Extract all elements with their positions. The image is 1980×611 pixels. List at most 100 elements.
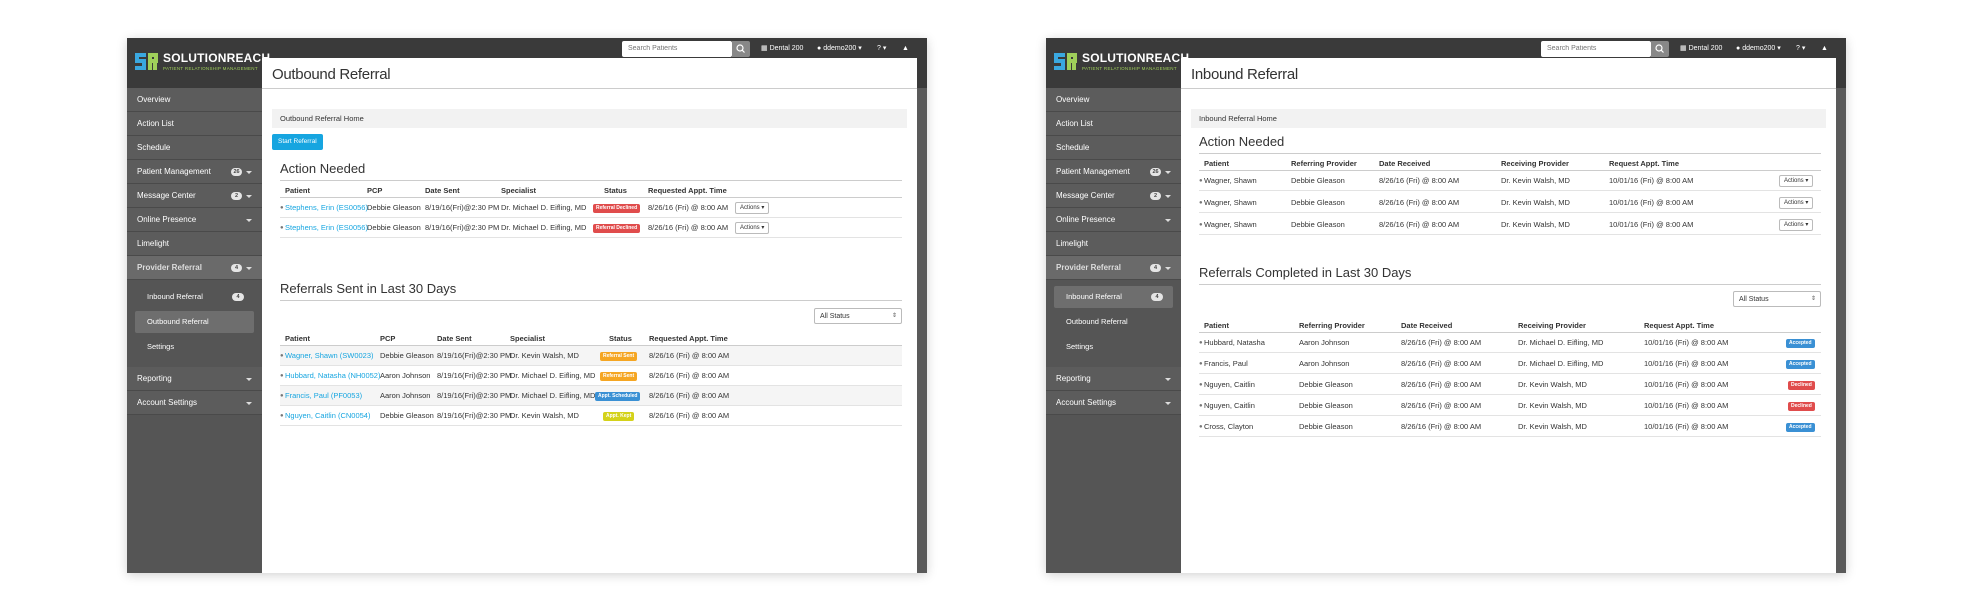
sidebar-subitem-outbound-referral[interactable]: Outbound Referral xyxy=(135,311,254,333)
user-icon: ● xyxy=(1736,45,1741,52)
chevron-down-icon: ▾ xyxy=(882,45,887,52)
patient-cell[interactable]: Hubbard, Natasha xyxy=(1204,333,1265,353)
sidebar-item-provider-referral[interactable]: Provider Referral 4 xyxy=(1046,256,1181,280)
column-header: Specialist xyxy=(501,186,537,195)
patient-cell[interactable]: Wagner, Shawn xyxy=(1204,171,1257,191)
solutionreach-logo[interactable]: SOLUTIONREACH PATIENT RELATIONSHIP MANAG… xyxy=(1054,49,1189,77)
patient-link[interactable]: Stephens, Erin (ES0056) xyxy=(285,218,368,238)
sidebar-item-label: Limelight xyxy=(137,239,170,248)
sidebar-item-label: Message Center xyxy=(137,191,196,200)
sidebar-subitem-inbound-referral[interactable]: Inbound Referral 4 xyxy=(135,286,254,308)
practice-menu[interactable]: ▦ Dental 200 xyxy=(1680,41,1722,57)
count-badge: 4 xyxy=(1151,293,1163,301)
sidebar-item-reporting[interactable]: Reporting xyxy=(1046,367,1181,391)
search-button[interactable] xyxy=(1651,41,1669,57)
sidebar-subitem-outbound-referral[interactable]: Outbound Referral xyxy=(1054,311,1173,333)
referring-cell: Aaron Johnson xyxy=(1299,359,1350,368)
actions-dropdown[interactable]: Actions ▾ xyxy=(1779,197,1814,209)
sidebar-item-message-center[interactable]: Message Center 2 xyxy=(127,184,262,208)
sidebar-item-label: Overview xyxy=(1056,95,1090,104)
search-input[interactable] xyxy=(622,41,732,57)
sidebar-item-patient-management[interactable]: Patient Management 26 xyxy=(127,160,262,184)
chevron-down-icon: ▾ xyxy=(1805,200,1809,206)
sidebar-subitem-inbound-referral[interactable]: Inbound Referral 4 xyxy=(1054,286,1173,308)
practice-name: Dental 200 xyxy=(1688,45,1723,52)
actions-dropdown[interactable]: Actions ▾ xyxy=(735,202,770,214)
actions-dropdown[interactable]: Actions ▾ xyxy=(735,222,770,234)
patient-cell[interactable]: Nguyen, Caitlin xyxy=(1204,396,1255,416)
search-input[interactable] xyxy=(1541,41,1651,57)
receiving-cell: Dr. Kevin Walsh, MD xyxy=(1518,380,1587,389)
main-content: Inbound Referral Inbound Referral Home A… xyxy=(1181,58,1836,573)
sidebar-item-action-list[interactable]: Action List xyxy=(1046,112,1181,136)
status-filter-select[interactable]: All Status ⇕ xyxy=(1733,291,1821,307)
start-referral-button[interactable]: Start Referral xyxy=(272,134,323,150)
column-header: Patient xyxy=(285,334,311,343)
table-row: ● Wagner, Shawn Debbie Gleason 8/26/16 (… xyxy=(1199,193,1821,213)
notifications-button[interactable]: ▲ xyxy=(902,41,909,57)
patient-link[interactable]: Wagner, Shawn (SW0023) xyxy=(285,346,374,366)
sidebar-item-account-settings[interactable]: Account Settings xyxy=(1046,391,1181,415)
user-menu[interactable]: ● ddemo200 ▾ xyxy=(817,41,862,57)
brand-tagline: PATIENT RELATIONSHIP MANAGEMENT xyxy=(1082,66,1177,71)
column-header: PCP xyxy=(380,334,396,343)
help-menu[interactable]: ? ▾ xyxy=(1796,41,1805,57)
appt-cell: 10/01/16 (Fri) @ 8:00 AM xyxy=(1609,198,1694,207)
appt-cell: 8/26/16 (Fri) @ 8:00 AM xyxy=(648,203,729,212)
breadcrumb[interactable]: Outbound Referral Home xyxy=(272,109,907,128)
patient-cell[interactable]: Wagner, Shawn xyxy=(1204,193,1257,213)
actions-label: Actions xyxy=(1784,200,1804,206)
sidebar-item-patient-management[interactable]: Patient Management 26 xyxy=(1046,160,1181,184)
section-title-action-needed: Action Needed xyxy=(1199,134,1285,149)
patient-cell[interactable]: Francis, Paul xyxy=(1204,354,1248,374)
referring-cell: Debbie Gleason xyxy=(1299,422,1353,431)
sidebar-item-online-presence[interactable]: Online Presence xyxy=(1046,208,1181,232)
sidebar-item-schedule[interactable]: Schedule xyxy=(1046,136,1181,160)
chevron-down-icon: ▾ xyxy=(1805,222,1809,228)
search-button[interactable] xyxy=(732,41,750,57)
sidebar-item-label: Provider Referral xyxy=(137,263,202,272)
sidebar-item-limelight[interactable]: Limelight xyxy=(127,232,262,256)
appt-cell: 10/01/16 (Fri) @ 8:00 AM xyxy=(1609,176,1694,185)
sidebar-item-reporting[interactable]: Reporting xyxy=(127,367,262,391)
sidebar-item-message-center[interactable]: Message Center 2 xyxy=(1046,184,1181,208)
date-cell: 8/26/16 (Fri) @ 8:00 AM xyxy=(1401,401,1482,410)
patient-link[interactable]: Hubbard, Natasha (NH0052) xyxy=(285,366,380,386)
actions-dropdown[interactable]: Actions ▾ xyxy=(1779,175,1814,187)
patient-link[interactable]: Stephens, Erin (ES0056) xyxy=(285,198,368,218)
user-menu[interactable]: ● ddemo200 ▾ xyxy=(1736,41,1781,57)
sidebar-item-overview[interactable]: Overview xyxy=(127,88,262,112)
sidebar-item-provider-referral[interactable]: Provider Referral 4 xyxy=(127,256,262,280)
appt-cell: 8/26/16 (Fri) @ 8:00 AM xyxy=(649,411,730,420)
sidebar-subitem-settings[interactable]: Settings xyxy=(135,336,254,358)
sidebar-item-limelight[interactable]: Limelight xyxy=(1046,232,1181,256)
practice-name: Dental 200 xyxy=(769,45,804,52)
chevron-down-icon xyxy=(1165,267,1171,270)
sidebar-item-account-settings[interactable]: Account Settings xyxy=(127,391,262,415)
table-row: ● Cross, Clayton Debbie Gleason 8/26/16 … xyxy=(1199,417,1821,437)
patient-cell[interactable]: Cross, Clayton xyxy=(1204,417,1253,437)
solutionreach-logo[interactable]: SOLUTIONREACH PATIENT RELATIONSHIP MANAG… xyxy=(135,49,270,77)
patient-cell[interactable]: Nguyen, Caitlin xyxy=(1204,375,1255,395)
patient-cell[interactable]: Wagner, Shawn xyxy=(1204,215,1257,235)
status-badge: Accepted xyxy=(1786,360,1815,369)
notifications-button[interactable]: ▲ xyxy=(1821,41,1828,57)
sort-arrows-icon: ⇕ xyxy=(891,313,897,319)
help-menu[interactable]: ? ▾ xyxy=(877,41,886,57)
sidebar-item-schedule[interactable]: Schedule xyxy=(127,136,262,160)
sidebar-item-online-presence[interactable]: Online Presence xyxy=(127,208,262,232)
patient-link[interactable]: Francis, Paul (PF0053) xyxy=(285,386,362,406)
sidebar-subitem-settings[interactable]: Settings xyxy=(1054,336,1173,358)
actions-dropdown[interactable]: Actions ▾ xyxy=(1779,219,1814,231)
patient-link[interactable]: Nguyen, Caitlin (CN0054) xyxy=(285,406,370,426)
practice-menu[interactable]: ▦ Dental 200 xyxy=(761,41,803,57)
sidebar-item-overview[interactable]: Overview xyxy=(1046,88,1181,112)
appt-cell: 10/01/16 (Fri) @ 8:00 AM xyxy=(1644,401,1729,410)
sidebar-item-action-list[interactable]: Action List xyxy=(127,112,262,136)
pcp-cell: Debbie Gleason xyxy=(380,351,434,360)
date-cell: 8/19/16(Fri)@2:30 PM xyxy=(425,203,500,212)
breadcrumb[interactable]: Inbound Referral Home xyxy=(1191,109,1826,128)
column-header: Status xyxy=(604,186,627,195)
status-filter-select[interactable]: All Status ⇕ xyxy=(814,308,902,324)
help-icon: ? xyxy=(877,45,881,52)
